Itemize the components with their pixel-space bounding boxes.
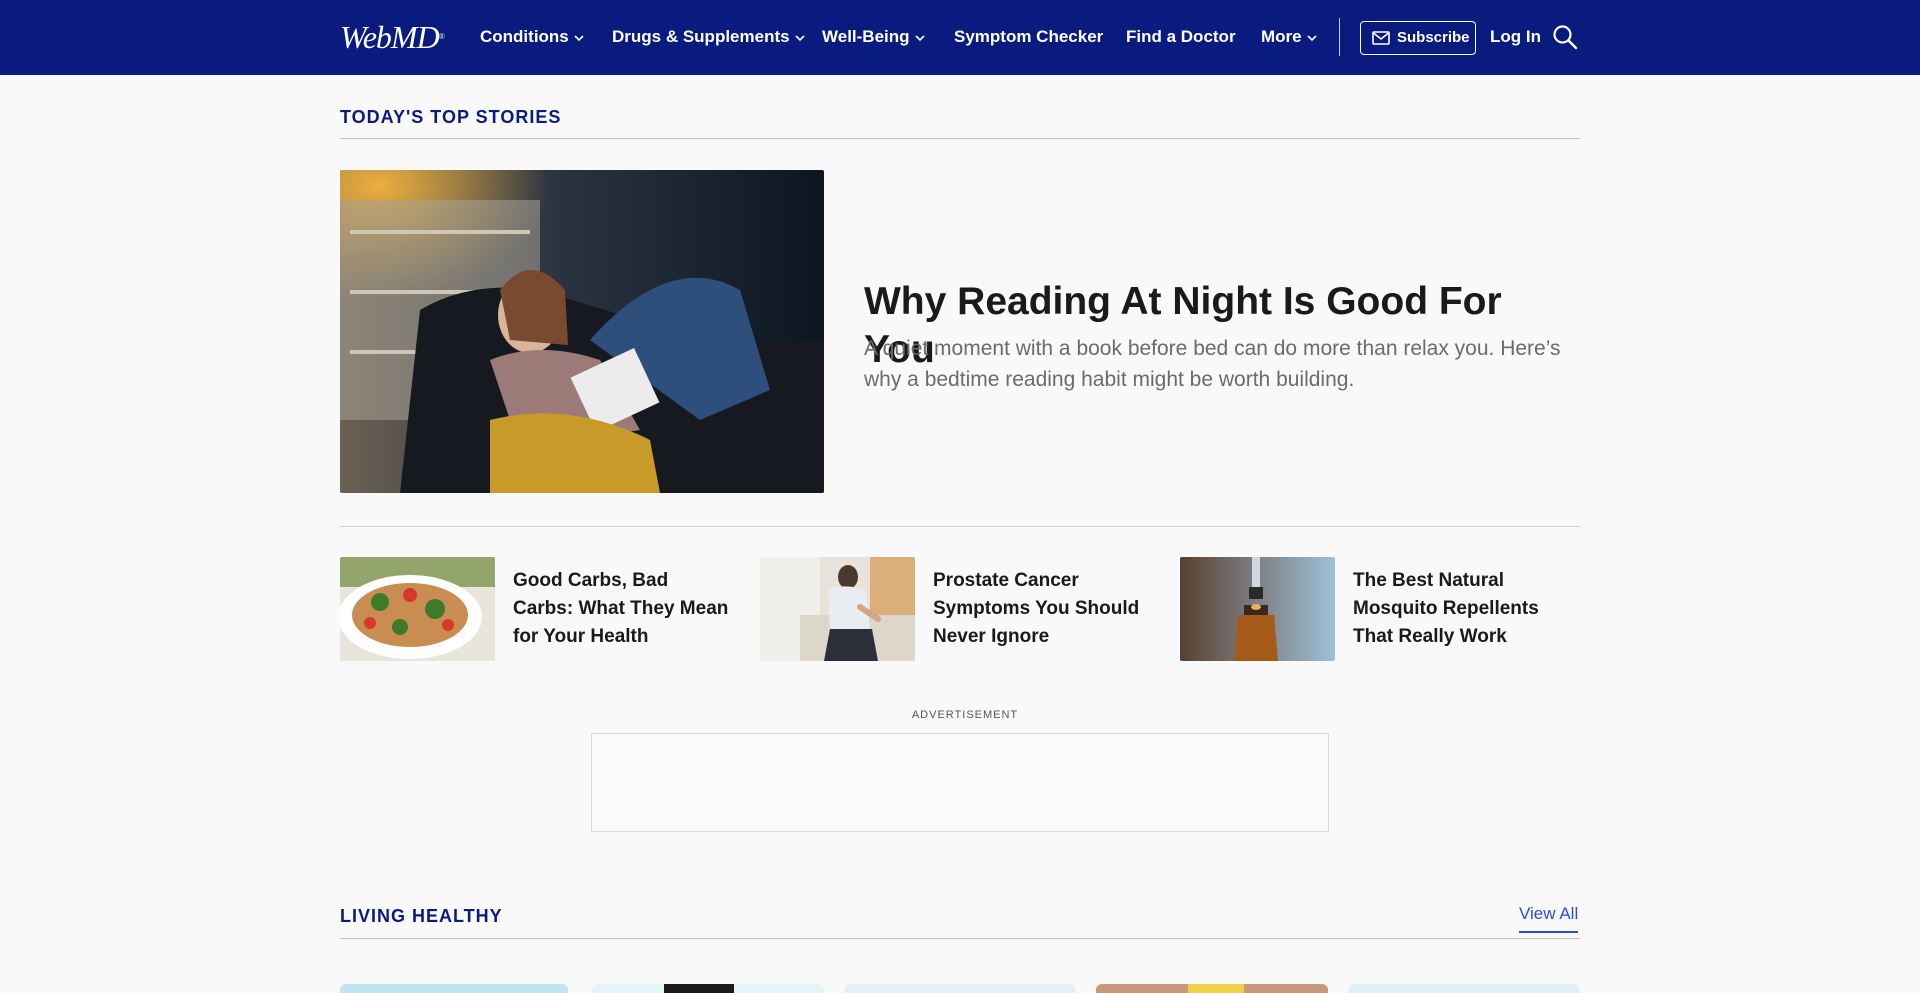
section-divider — [340, 138, 1580, 139]
chevron-down-icon — [1307, 34, 1317, 41]
living-healthy-heading: LIVING HEALTHY — [340, 906, 503, 926]
nav-conditions[interactable]: Conditions — [480, 26, 585, 48]
nav-label: Symptom Checker — [954, 27, 1104, 46]
living-healthy-card[interactable] — [1096, 984, 1328, 993]
chevron-down-icon — [795, 34, 805, 41]
story-thumbnail — [760, 557, 915, 661]
nav-label: More — [1261, 27, 1302, 46]
search-icon[interactable] — [1552, 24, 1578, 50]
story-card-prostate-cancer[interactable]: Prostate Cancer Symptoms You Should Neve… — [760, 557, 1150, 661]
top-nav-bar: WebMD® Conditions Drugs & Supplements We… — [0, 0, 1920, 75]
nav-label: Find a Doctor — [1126, 27, 1236, 46]
story-title: Good Carbs, Bad Carbs: What They Mean fo… — [513, 570, 729, 647]
story-card-mosquito-repellents[interactable]: The Best Natural Mosquito Repellents Tha… — [1180, 557, 1570, 661]
section-divider — [340, 938, 1580, 939]
story-thumbnail — [340, 557, 495, 661]
story-title: The Best Natural Mosquito Repellents Tha… — [1353, 570, 1539, 647]
nav-well-being[interactable]: Well-Being — [822, 26, 926, 48]
nav-label: Well-Being — [822, 27, 910, 46]
ad-label: ADVERTISEMENT — [911, 709, 1019, 721]
subscribe-button[interactable]: Subscribe — [1360, 21, 1476, 55]
subscribe-label: Subscribe — [1397, 29, 1470, 46]
living-healthy-card[interactable] — [592, 984, 824, 993]
nav-find-a-doctor[interactable]: Find a Doctor — [1126, 26, 1236, 48]
nav-label: Drugs & Supplements — [612, 27, 790, 46]
webmd-logo[interactable]: WebMD® — [340, 20, 445, 54]
section-divider — [340, 526, 1580, 527]
nav-label: Conditions — [480, 27, 569, 46]
mail-icon — [1372, 31, 1390, 45]
chevron-down-icon — [574, 34, 584, 41]
nav-more[interactable]: More — [1261, 26, 1318, 48]
chevron-down-icon — [914, 34, 925, 41]
living-healthy-card[interactable] — [1348, 984, 1580, 993]
living-healthy-card[interactable] — [844, 984, 1076, 993]
nav-divider — [1339, 18, 1340, 56]
hero-image[interactable] — [340, 170, 824, 493]
view-all-link[interactable]: View All — [1519, 903, 1579, 933]
story-card-carbs[interactable]: Good Carbs, Bad Carbs: What They Mean fo… — [340, 557, 730, 661]
ad-slot[interactable] — [591, 733, 1329, 832]
nav-drugs-supplements[interactable]: Drugs & Supplements — [612, 26, 806, 48]
hero-description: A quiet moment with a book before bed ca… — [864, 337, 1561, 391]
living-healthy-card[interactable] — [340, 984, 568, 993]
top-stories-heading: TODAY'S TOP STORIES — [340, 107, 562, 127]
story-title: Prostate Cancer Symptoms You Should Neve… — [933, 570, 1140, 647]
story-thumbnail — [1180, 557, 1335, 661]
hero-photo — [340, 170, 824, 493]
login-link[interactable]: Log In — [1490, 26, 1541, 48]
nav-symptom-checker[interactable]: Symptom Checker — [954, 26, 1103, 48]
